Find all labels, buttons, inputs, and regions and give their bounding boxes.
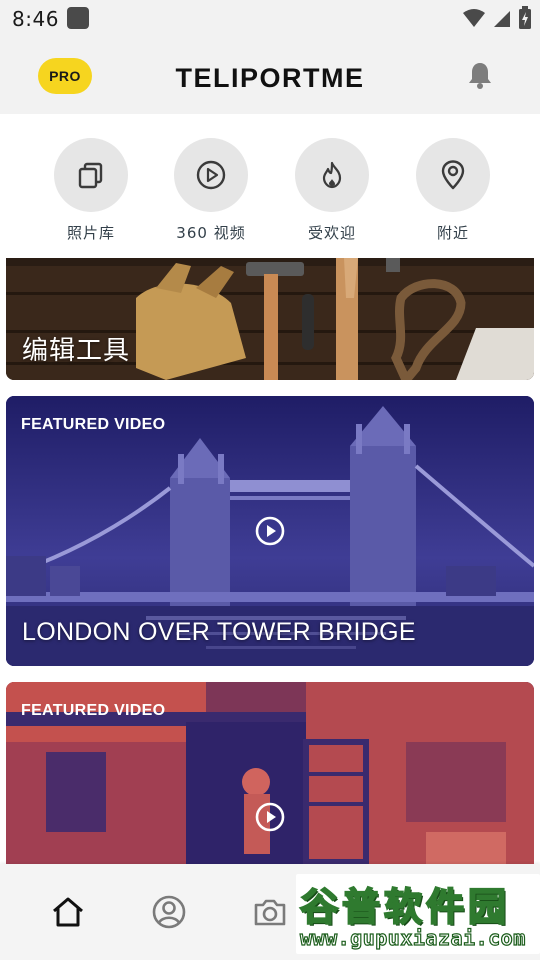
category-popular[interactable]: 受欢迎	[282, 138, 382, 243]
app-bar: PRO TELIPORTME	[0, 36, 540, 114]
category-360-video-circle	[174, 138, 248, 212]
featured-video-tag: FEATURED VIDEO	[21, 416, 166, 433]
play-icon[interactable]	[255, 516, 285, 546]
location-pin-icon	[441, 160, 465, 190]
notification-app-icon	[67, 7, 89, 29]
category-label: 360 视频	[176, 224, 246, 242]
watermark: 谷普软件园 www.gupuxiazai.com	[296, 874, 540, 954]
editing-tools-card[interactable]: 编辑工具	[6, 258, 534, 380]
play-icon[interactable]	[255, 802, 285, 832]
status-icons	[462, 6, 532, 30]
featured-video-card-2[interactable]: FEATURED VIDEO	[6, 682, 534, 882]
card-title: LONDON OVER TOWER BRIDGE	[22, 618, 416, 646]
card-title: 编辑工具	[22, 336, 131, 366]
category-label: 附近	[436, 224, 469, 242]
camera-icon[interactable]	[252, 894, 288, 930]
category-label: 照片库	[66, 224, 115, 242]
signal-icon	[494, 11, 510, 27]
category-row: 照片库 360 视频 受欢迎 附近	[0, 114, 540, 258]
status-time: 8:46	[12, 7, 59, 31]
bell-icon[interactable]	[466, 60, 494, 90]
profile-icon[interactable]	[151, 894, 187, 930]
status-bar: 8:46	[0, 0, 540, 36]
play-circle-icon	[196, 160, 226, 190]
app-title: TELIPORTME	[175, 63, 365, 93]
home-icon[interactable]	[50, 894, 86, 930]
battery-icon	[519, 6, 531, 29]
watermark-title: 谷普软件园	[299, 884, 511, 930]
flame-icon	[322, 161, 342, 189]
app-screen: 8:46 PRO TELIPORTME 照片库 360 视频 受欢迎 附近 编辑…	[0, 0, 540, 960]
category-gallery-circle	[54, 138, 128, 212]
wifi-icon	[463, 9, 485, 27]
watermark-url: www.gupuxiazai.com	[299, 925, 526, 950]
featured-video-tag: FEATURED VIDEO	[21, 702, 166, 719]
category-360-video[interactable]: 360 视频	[161, 138, 261, 243]
category-nearby-circle	[416, 138, 490, 212]
category-gallery[interactable]: 照片库	[41, 138, 141, 243]
tower-bridge-video-card[interactable]: FEATURED VIDEO LONDON OVER TOWER BRIDGE	[6, 396, 534, 666]
category-nearby[interactable]: 附近	[403, 138, 503, 243]
gallery-icon	[78, 162, 103, 189]
category-label: 受欢迎	[307, 224, 356, 242]
category-popular-circle	[295, 138, 369, 212]
